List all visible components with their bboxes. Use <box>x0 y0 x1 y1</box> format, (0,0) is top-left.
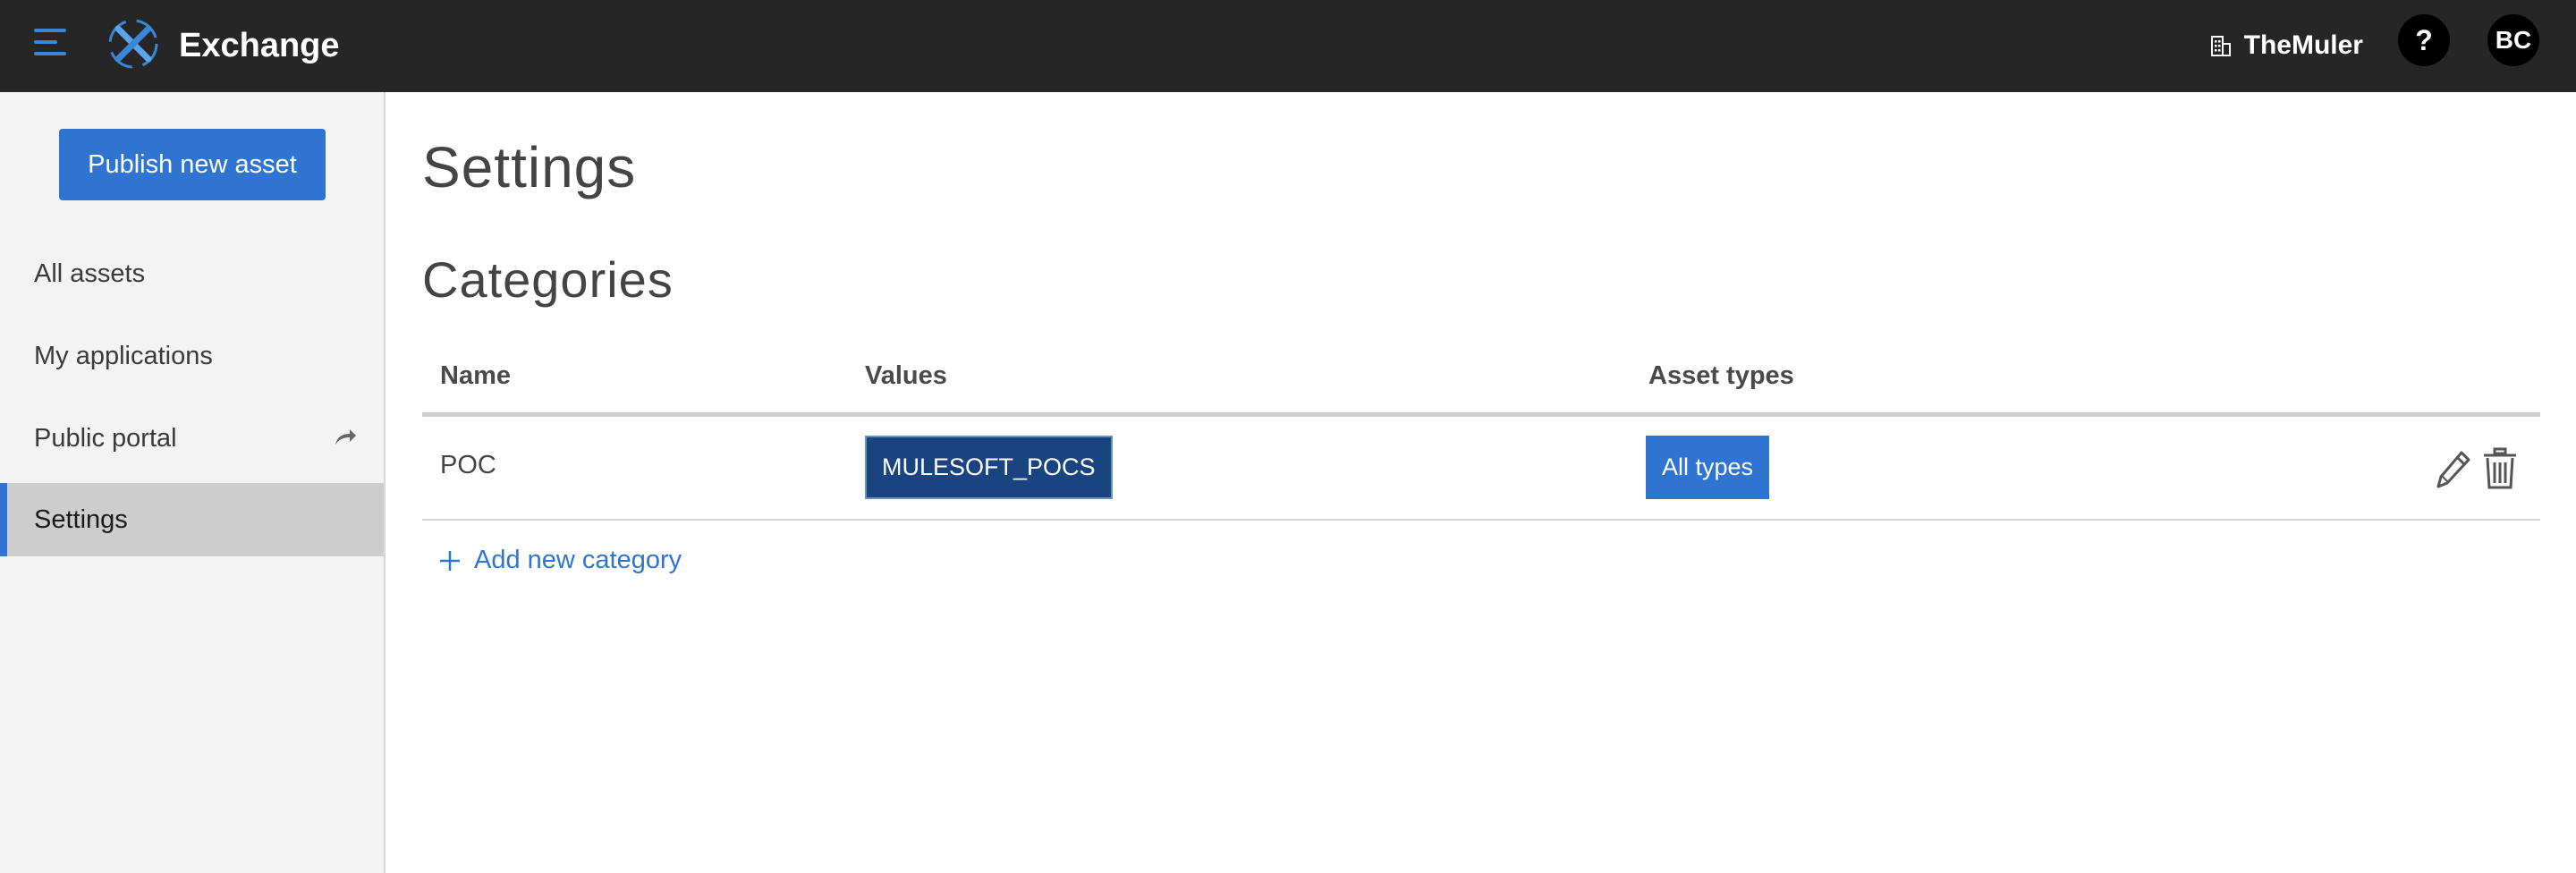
building-icon <box>2210 36 2231 56</box>
sidebar-item-my-applications[interactable]: My applications <box>0 319 384 393</box>
category-value-tag: MULESOFT_POCS <box>865 436 1113 499</box>
app-title: Exchange <box>179 27 340 64</box>
table-header: Name Values Asset types <box>422 351 2540 417</box>
categories-table: Name Values Asset types POC MULESOFT_POC… <box>422 351 2540 521</box>
top-bar: Exchange TheMuler ? BC <box>0 0 2576 92</box>
section-title: Categories <box>422 251 674 308</box>
add-new-category-link[interactable]: Add new category <box>438 546 682 575</box>
share-arrow-icon <box>335 429 356 445</box>
org-switcher[interactable]: TheMuler <box>2208 21 2363 70</box>
trash-icon[interactable] <box>2481 447 2519 490</box>
help-button[interactable]: ? <box>2398 14 2450 66</box>
sidebar-item-all-assets[interactable]: All assets <box>0 237 384 310</box>
exchange-logo-icon <box>108 19 158 69</box>
pencil-icon[interactable] <box>2435 449 2472 490</box>
column-header-values: Values <box>865 361 947 390</box>
column-header-name: Name <box>440 361 511 390</box>
sidebar-item-label: Settings <box>34 504 128 534</box>
menu-icon[interactable] <box>34 23 72 61</box>
sidebar-item-public-portal[interactable]: Public portal <box>0 402 384 475</box>
sidebar-item-label: My applications <box>34 341 213 370</box>
sidebar-item-label: All assets <box>34 259 146 288</box>
sidebar: Publish new asset All assets My applicat… <box>0 92 386 873</box>
column-header-asset-types: Asset types <box>1648 361 1794 390</box>
category-name: POC <box>440 451 496 479</box>
sidebar-item-settings[interactable]: Settings <box>0 483 384 556</box>
plus-icon <box>440 550 460 571</box>
table-row: POC MULESOFT_POCS All types <box>422 417 2540 521</box>
sidebar-item-label: Public portal <box>34 423 177 453</box>
asset-type-tag: All types <box>1646 436 1770 499</box>
avatar[interactable]: BC <box>2487 14 2539 66</box>
page-title: Settings <box>422 135 637 199</box>
add-new-category-label: Add new category <box>474 546 682 574</box>
publish-new-asset-button[interactable]: Publish new asset <box>59 129 326 200</box>
org-name: TheMuler <box>2243 30 2363 60</box>
